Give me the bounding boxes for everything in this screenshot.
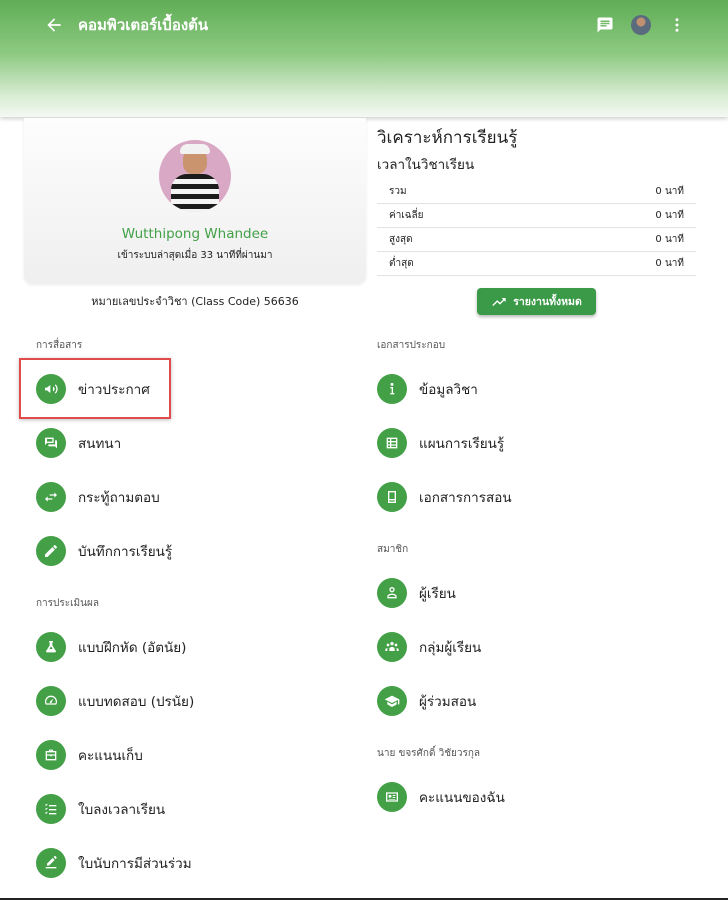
- book-icon: [388, 491, 396, 503]
- menu-label: คะแนนของฉัน: [419, 790, 505, 806]
- analytics-subtitle: เวลาในวิชาเรียน: [377, 157, 475, 173]
- stat-value: 0 นาที: [545, 180, 696, 204]
- menu-item-participation[interactable]: ใบนับการมีส่วนร่วม: [36, 843, 192, 883]
- briefcase-icon: [45, 749, 57, 761]
- section-label-documents: เอกสารประกอบ: [377, 340, 446, 351]
- edit-note-icon: [45, 855, 57, 869]
- arrow-back-icon[interactable]: [44, 15, 64, 35]
- table-icon: [386, 437, 398, 449]
- stat-value: 0 นาที: [545, 251, 696, 276]
- stat-label: ค่าเฉลี่ย: [377, 203, 546, 228]
- user-name[interactable]: Wutthipong Whandee: [24, 226, 366, 242]
- menu-label: คะแนนเก็บ: [78, 748, 143, 764]
- menu-item-learning-journal[interactable]: บันทึกการเรียนรู้: [36, 531, 172, 571]
- forum-icon: [45, 437, 57, 449]
- checklist-icon: [45, 803, 57, 815]
- full-report-button[interactable]: รายงานทั้งหมด: [477, 288, 596, 315]
- table-row: ต่ำสุด 0 นาที: [377, 251, 696, 276]
- last-login-text: เข้าระบบล่าสุดเมื่อ 33 นาทีที่ผ่านมา: [117, 250, 273, 261]
- menu-item-quizzes[interactable]: แบบทดสอบ (ปรนัย): [36, 681, 194, 721]
- menu-label: ใบลงเวลาเรียน: [78, 802, 166, 818]
- menu-item-qa-board[interactable]: กระทู้ถามตอบ: [36, 477, 160, 517]
- analytics-title: วิเคราะห์การเรียนรู้: [377, 128, 518, 148]
- avatar: [159, 140, 231, 212]
- swap-icon: [45, 492, 57, 502]
- menu-label: กลุ่มผู้เรียน: [419, 640, 482, 656]
- menu-item-learning-plan[interactable]: แผนการเรียนรู้: [377, 423, 504, 463]
- menu-item-teaching-docs[interactable]: เอกสารการสอน: [377, 477, 512, 517]
- flask-icon: [46, 641, 56, 653]
- menu-item-co-teachers[interactable]: ผู้ร่วมสอน: [377, 681, 476, 721]
- chat-icon[interactable]: [596, 16, 614, 34]
- menu-item-attendance[interactable]: ใบลงเวลาเรียน: [36, 789, 165, 829]
- menu-label: กระทู้ถามตอบ: [78, 490, 160, 506]
- menu-label: แบบทดสอบ (ปรนัย): [78, 694, 195, 710]
- menu-item-scores[interactable]: คะแนนเก็บ: [36, 735, 143, 775]
- menu-label: ผู้เรียน: [419, 586, 456, 602]
- menu-label: ผู้ร่วมสอน: [419, 694, 477, 710]
- menu-label: ข่าวประกาศ: [78, 382, 150, 398]
- menu-label: ใบนับการมีส่วนร่วม: [78, 856, 192, 872]
- stat-value: 0 นาที: [545, 227, 696, 252]
- menu-label: ข้อมูลวิชา: [419, 382, 478, 398]
- menu-item-student-groups[interactable]: กลุ่มผู้เรียน: [377, 627, 481, 667]
- megaphone-icon: [45, 384, 58, 394]
- section-label-communication: การสื่อสาร: [36, 340, 83, 351]
- menu-label: แผนการเรียนรู้: [419, 436, 505, 452]
- page-title: คอมพิวเตอร์เบื้องต้น: [78, 16, 209, 34]
- more-vert-icon[interactable]: [668, 15, 686, 35]
- section-label-assessment: การประเมินผล: [36, 598, 99, 609]
- menu-label: เอกสารการสอน: [419, 490, 512, 506]
- info-icon: [390, 382, 395, 395]
- table-row: ค่าเฉลี่ย 0 นาที: [377, 203, 696, 228]
- section-label-teacher: นาย ขจรศักดิ์ วิชัยวรกุล: [377, 748, 481, 759]
- menu-label: บันทึกการเรียนรู้: [78, 544, 173, 560]
- menu-item-exercises[interactable]: แบบฝึกหัด (อัตนัย): [36, 627, 186, 667]
- section-label-members: สมาชิก: [377, 544, 409, 555]
- trending-up-icon: [492, 297, 506, 306]
- menu-item-students[interactable]: ผู้เรียน: [377, 573, 456, 613]
- speedometer-icon: [44, 695, 58, 705]
- group-icon: [385, 642, 399, 651]
- app-header: คอมพิวเตอร์เบื้องต้น: [0, 0, 728, 117]
- stat-value: 0 นาที: [545, 203, 696, 228]
- person-icon: [387, 587, 397, 599]
- user-avatar-button[interactable]: [631, 15, 651, 35]
- class-code: หมายเลขประจำวิชา (Class Code) 56636: [91, 295, 299, 308]
- menu-label: สนทนา: [78, 436, 122, 452]
- menu-item-announcements[interactable]: ข่าวประกาศ: [36, 369, 150, 409]
- table-row: รวม 0 นาที: [377, 180, 696, 204]
- app-root: คอมพิวเตอร์เบื้องต้น Wutthipong Whandee …: [0, 0, 728, 900]
- time-stats-table: รวม 0 นาที ค่าเฉลี่ย 0 นาที สูงสุด 0 นาท…: [377, 180, 696, 276]
- menu-item-my-scores[interactable]: คะแนนของฉัน: [377, 777, 505, 817]
- table-row: สูงสุด 0 นาที: [377, 227, 696, 252]
- stat-label: ต่ำสุด: [377, 251, 546, 276]
- stat-label: สูงสุด: [377, 227, 546, 252]
- menu-item-chat[interactable]: สนทนา: [36, 423, 121, 463]
- full-report-label: รายงานทั้งหมด: [513, 296, 582, 308]
- pencil-icon: [45, 544, 58, 557]
- stat-label: รวม: [377, 180, 546, 204]
- profile-card: Wutthipong Whandee เข้าระบบล่าสุดเมื่อ 3…: [24, 118, 366, 284]
- graduation-cap-icon: [384, 695, 400, 707]
- menu-item-course-info[interactable]: ข้อมูลวิชา: [377, 369, 478, 409]
- id-card-icon: [386, 792, 398, 802]
- menu-label: แบบฝึกหัด (อัตนัย): [78, 640, 187, 656]
